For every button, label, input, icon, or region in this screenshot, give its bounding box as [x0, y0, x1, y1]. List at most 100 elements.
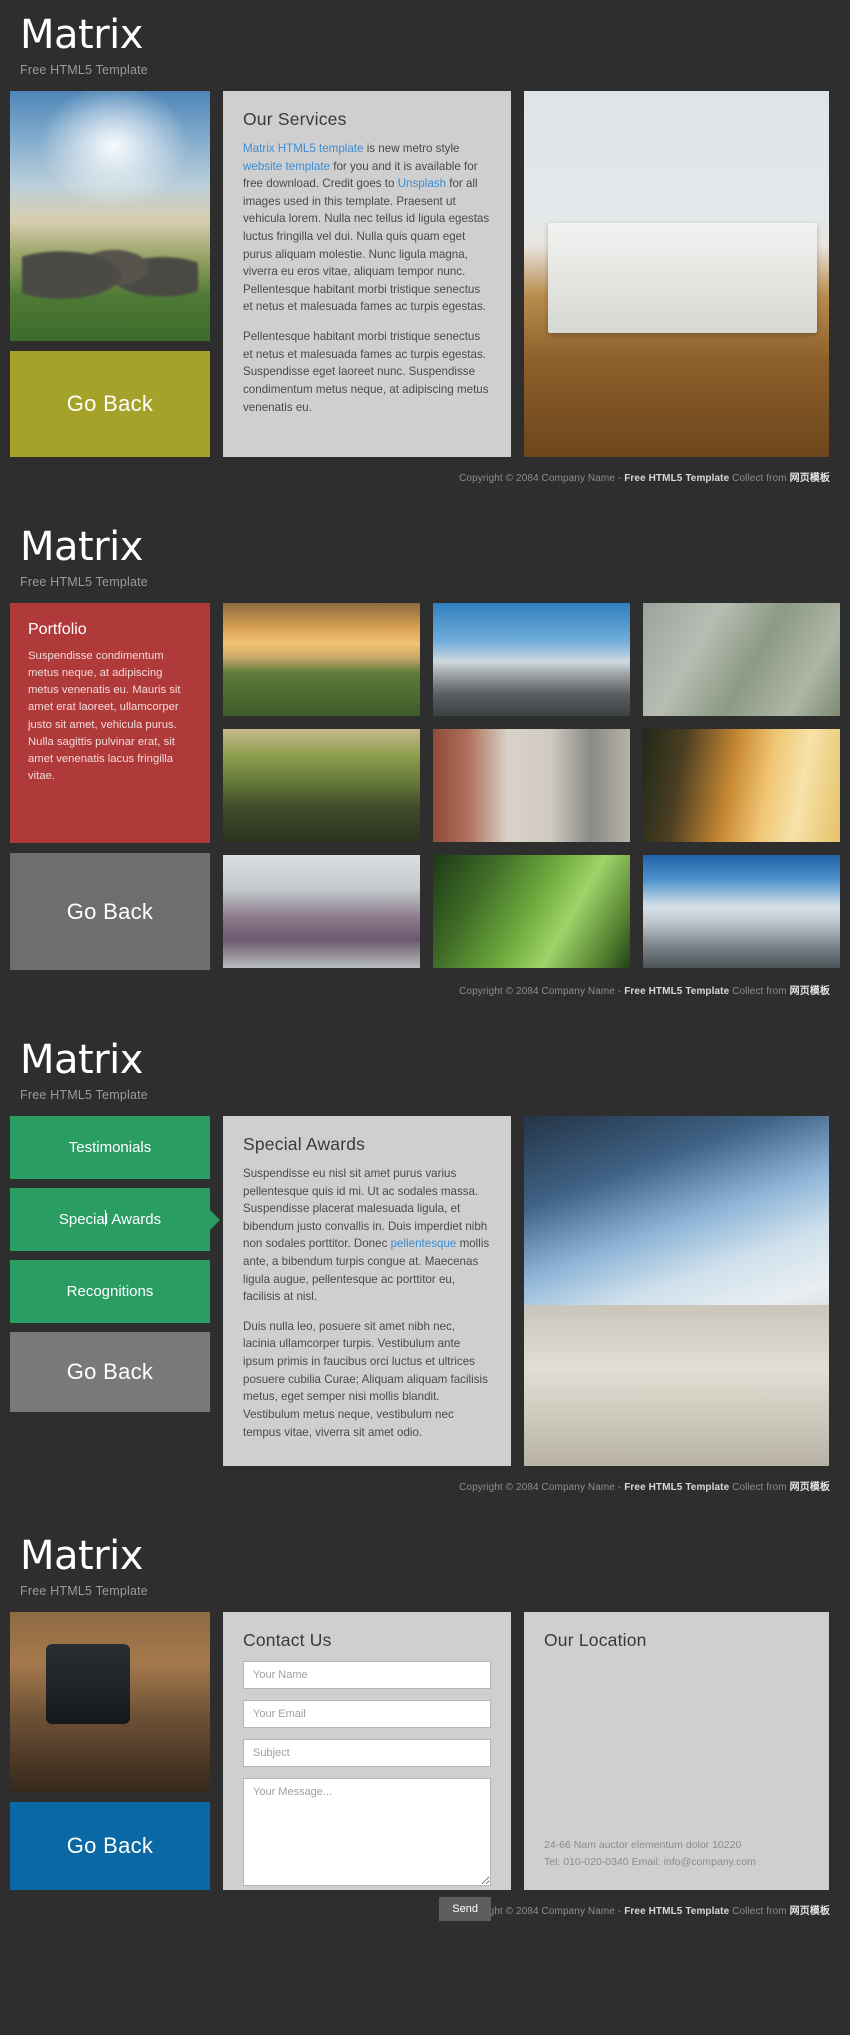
services-text-c: for all images used in this template. Pr… [243, 177, 490, 314]
portfolio-title: Portfolio [28, 621, 87, 638]
go-back-button-services[interactable]: Go Back [10, 351, 210, 457]
site-logo: Matrix [20, 12, 143, 58]
awards-panel-column: Special Awards Suspendisse eu nisl sit a… [223, 1116, 511, 1466]
contact-row: Go Back Contact Us Send Our Location 24-… [0, 1612, 850, 1921]
stones-photo [10, 91, 210, 341]
matrix-template-link[interactable]: Matrix HTML5 template [243, 142, 363, 155]
site-tagline: Free HTML5 Template [20, 1088, 148, 1102]
awards-panel: Special Awards Suspendisse eu nisl sit a… [223, 1116, 511, 1466]
site-logo: Matrix [20, 1533, 143, 1579]
footer-chinese-link[interactable]: 网页模板 [790, 986, 830, 997]
footer-prefix: Copyright © 2084 Company Name - [459, 986, 625, 997]
services-panel[interactable]: Our Services Matrix HTML5 template is ne… [223, 91, 511, 457]
portfolio-section: Matrix Free HTML5 Template Portfolio Sus… [0, 512, 850, 1025]
footer-template-name: Free HTML5 Template [624, 1482, 730, 1493]
tab-label: Special Awards [58, 1211, 162, 1228]
email-input[interactable] [243, 1700, 491, 1728]
go-back-button-portfolio[interactable]: Go Back [10, 853, 210, 970]
portfolio-thumb-sunset-field[interactable] [223, 603, 420, 716]
location-panel: Our Location 24-66 Nam auctor elementum … [524, 1612, 829, 1890]
footer-template-name: Free HTML5 Template [624, 1906, 730, 1917]
portfolio-thumb-red-tricycle[interactable] [433, 729, 630, 842]
services-row: Go Back Our Services Matrix HTML5 templa… [0, 91, 850, 457]
portfolio-thumb-leaf-water-drop[interactable] [433, 855, 630, 968]
services-text-a: is new metro style [363, 142, 460, 155]
tab-label: Recognitions [66, 1283, 154, 1300]
portfolio-thumb-foggy-trees[interactable] [223, 855, 420, 968]
text-cursor-icon [105, 1210, 106, 1226]
site-tagline: Free HTML5 Template [20, 1584, 148, 1598]
awards-paragraph-2: Duis nulla leo, posuere sit amet nibh ne… [243, 1319, 488, 1439]
go-back-button-awards[interactable]: Go Back [10, 1332, 210, 1412]
footer-prefix: Copyright © 2084 Company Name - [459, 1482, 625, 1493]
send-button-wrapper: Send [243, 1897, 491, 1921]
footer-services: Copyright © 2084 Company Name - Free HTM… [0, 457, 850, 512]
services-panel-column: Our Services Matrix HTML5 template is ne… [223, 91, 511, 457]
awards-right-column [524, 1116, 829, 1466]
site-tagline: Free HTML5 Template [20, 63, 148, 77]
footer-chinese-link[interactable]: 网页模板 [790, 473, 830, 484]
awards-title: Special Awards [243, 1134, 366, 1154]
location-title: Our Location [544, 1630, 647, 1650]
footer-awards: Copyright © 2084 Company Name - Free HTM… [0, 1466, 850, 1521]
portfolio-thumb-weathered-planks[interactable] [643, 603, 840, 716]
portfolio-thumb-snow-mountains[interactable] [643, 855, 840, 968]
send-button[interactable]: Send [439, 1897, 491, 1921]
footer-chinese-link[interactable]: 网页模板 [790, 1482, 830, 1493]
services-paragraph-2: Pellentesque habitant morbi tristique se… [243, 330, 489, 414]
brand-header-contact: Matrix Free HTML5 Template [0, 1521, 850, 1612]
services-title: Our Services [243, 109, 347, 129]
footer-middle: Collect from [729, 1906, 790, 1917]
portfolio-thumb-wind-turbines-road[interactable] [433, 603, 630, 716]
message-textarea[interactable] [243, 1778, 491, 1886]
contact-title: Contact Us [243, 1630, 332, 1650]
brand-header-portfolio: Matrix Free HTML5 Template [0, 512, 850, 603]
go-back-button-contact[interactable]: Go Back [10, 1802, 210, 1890]
name-input[interactable] [243, 1661, 491, 1689]
portfolio-thumb-girl-in-sunlight[interactable] [643, 729, 840, 842]
awards-tabs-column: Testimonials Special Awards Recognitions… [10, 1116, 210, 1412]
tab-special-awards[interactable]: Special Awards [10, 1188, 210, 1251]
footer-middle: Collect from [729, 986, 790, 997]
services-right-column [524, 91, 829, 457]
tab-label: Testimonials [68, 1139, 152, 1156]
footer-middle: Collect from [729, 1482, 790, 1493]
website-template-link[interactable]: website template [243, 160, 330, 173]
site-logo: Matrix [20, 524, 143, 570]
iphone-closeup-photo [524, 1116, 829, 1466]
unsplash-link[interactable]: Unsplash [398, 177, 446, 190]
footer-portfolio: Copyright © 2084 Company Name - Free HTM… [0, 970, 850, 1025]
footer-middle: Collect from [729, 473, 790, 484]
location-address: 24-66 Nam auctor elementum dolor 10220 [544, 1839, 742, 1852]
site-tagline: Free HTML5 Template [20, 575, 148, 589]
footer-template-name: Free HTML5 Template [624, 473, 730, 484]
tab-testimonials[interactable]: Testimonials [10, 1116, 210, 1179]
portfolio-thumb-mossy-log[interactable] [223, 729, 420, 842]
subject-input[interactable] [243, 1739, 491, 1767]
awards-section: Matrix Free HTML5 Template Testimonials … [0, 1025, 850, 1521]
contact-left-column: Go Back [10, 1612, 210, 1890]
map-placeholder[interactable] [544, 1661, 809, 1837]
awards-paragraph-1: Suspendisse eu nisl sit amet purus variu… [243, 1165, 491, 1306]
services-section: Matrix Free HTML5 Template Go Back Our S… [0, 0, 850, 512]
services-paragraph-1: Matrix HTML5 template is new metro style… [243, 140, 491, 316]
contact-panel: Contact Us Send [223, 1612, 511, 1921]
awards-tab-list: Testimonials Special Awards Recognitions… [10, 1116, 210, 1412]
portfolio-left-column: Portfolio Suspendisse condimentum metus … [10, 603, 210, 970]
desk-glasses-photo [524, 91, 829, 457]
footer-chinese-link[interactable]: 网页模板 [790, 1906, 830, 1917]
footer-template-name: Free HTML5 Template [624, 986, 730, 997]
pellentesque-link[interactable]: pellentesque [391, 1237, 457, 1250]
hand-phone-laptop-photo [10, 1612, 210, 1792]
services-left-column: Go Back [10, 91, 210, 457]
tab-recognitions[interactable]: Recognitions [10, 1260, 210, 1323]
portfolio-body: Suspendisse condimentum metus neque, at … [28, 650, 181, 783]
site-logo: Matrix [20, 1037, 143, 1083]
portfolio-grid [223, 603, 840, 968]
portfolio-row: Portfolio Suspendisse condimentum metus … [0, 603, 850, 970]
portfolio-blurb: Portfolio Suspendisse condimentum metus … [10, 603, 210, 843]
location-contact-line: Tel: 010-020-0340 Email: info@company.co… [544, 1855, 756, 1868]
